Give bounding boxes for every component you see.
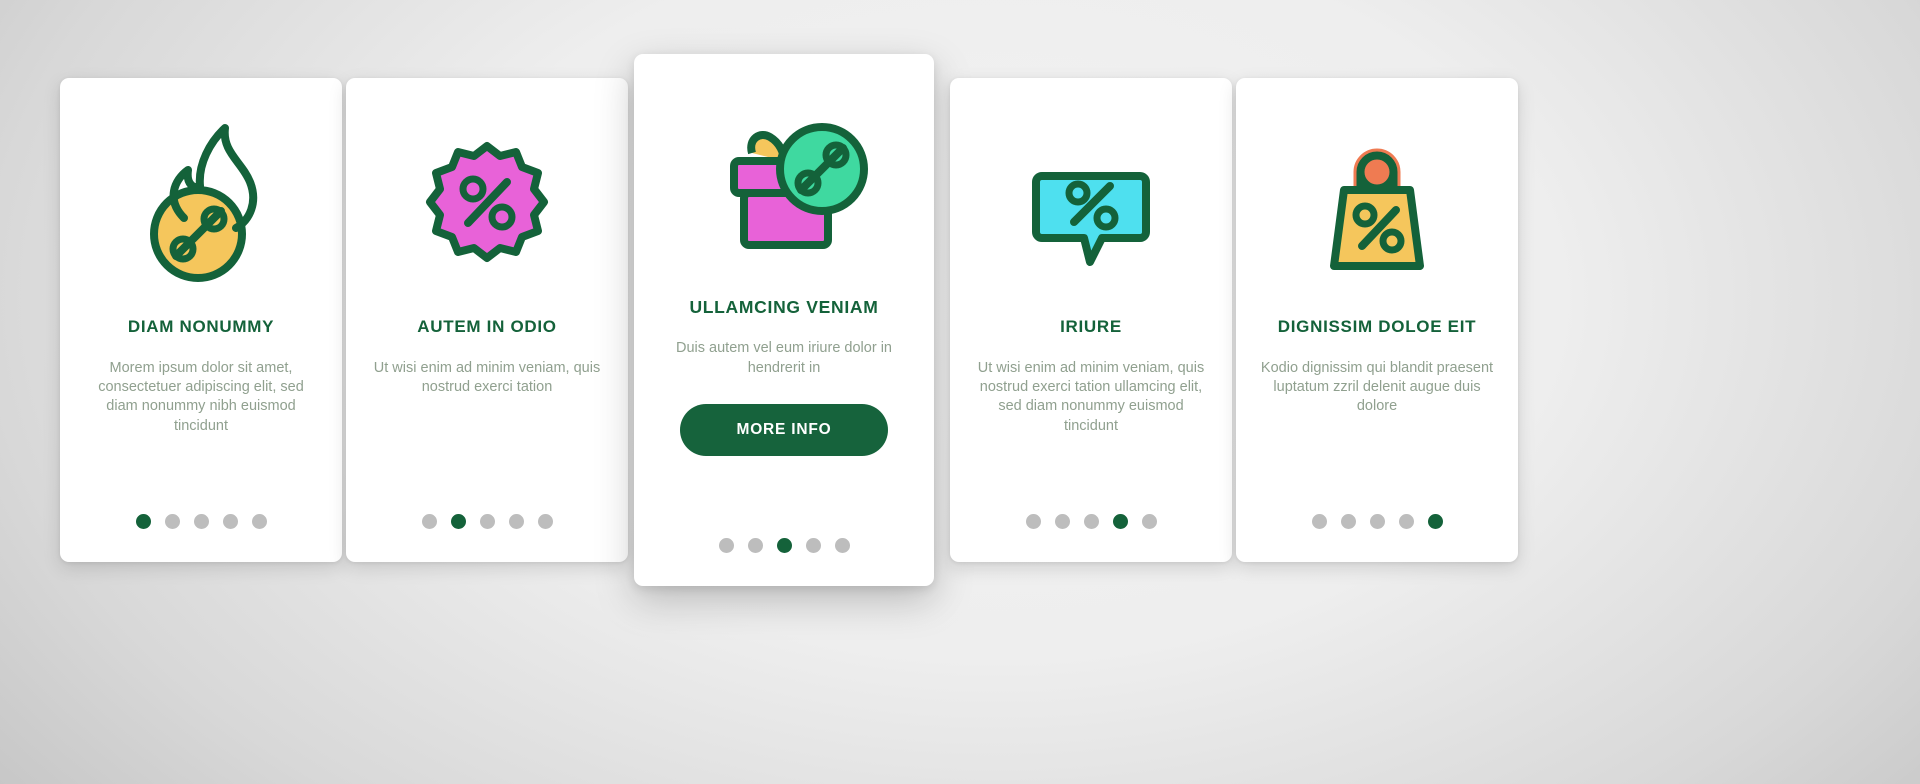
pagination-dot-2[interactable] [164,514,180,529]
card-title: ULLAMCING VENIAM [689,297,879,317]
card-title: AUTEM IN ODIO [417,317,557,336]
pagination-dot-2[interactable] [747,538,763,553]
pagination-dot-1[interactable] [718,538,734,553]
pagination-dot-1[interactable] [135,514,151,529]
gift-box-discount-icon [634,54,934,292]
pagination-dots[interactable] [60,514,342,529]
flame-discount-icon [60,78,342,310]
more-info-button[interactable]: MORE INFO [680,403,888,456]
pagination-dot-2[interactable] [1340,514,1356,529]
pagination-dot-5[interactable] [1141,514,1157,529]
card-body: Morem ipsum dolor sit amet, consectetuer… [98,359,304,434]
onboarding-card-4[interactable]: IRIURE Ut wisi enim ad minim veniam, qui… [950,78,1232,562]
pagination-dots[interactable] [346,514,628,529]
onboarding-card-5[interactable]: DIGNISSIM DOLOE EIT Kodio dignissim qui … [1236,78,1518,562]
chat-bubble-discount-icon [950,78,1232,310]
onboarding-screens-stage: DIAM NONUMMY Morem ipsum dolor sit amet,… [0,0,1920,784]
pagination-dot-2[interactable] [1054,514,1070,529]
pagination-dot-3[interactable] [776,538,792,553]
card-body: Ut wisi enim ad minim veniam, quis nostr… [373,359,601,395]
pagination-dot-4[interactable] [1112,514,1128,529]
pagination-dot-4[interactable] [222,514,238,529]
onboarding-card-1[interactable]: DIAM NONUMMY Morem ipsum dolor sit amet,… [60,78,342,562]
pagination-dot-3[interactable] [1369,514,1385,529]
onboarding-card-2[interactable]: AUTEM IN ODIO Ut wisi enim ad minim veni… [346,78,628,562]
pagination-dot-3[interactable] [479,514,495,529]
pagination-dot-3[interactable] [193,514,209,529]
pagination-dot-1[interactable] [1025,514,1041,529]
card-body: Duis autem vel eum iriure dolor in hendr… [676,340,892,376]
pagination-dot-3[interactable] [1083,514,1099,529]
pagination-dot-1[interactable] [1311,514,1327,529]
pagination-dots[interactable] [1236,514,1518,529]
pagination-dot-1[interactable] [421,514,437,529]
card-title: DIGNISSIM DOLOE EIT [1277,317,1477,336]
discount-badge-rosette-icon [346,78,628,310]
pagination-dot-4[interactable] [1398,514,1414,529]
pagination-dot-4[interactable] [508,514,524,529]
shopping-bag-discount-icon [1236,78,1518,310]
card-body: Kodio dignissim qui blandit praesent lup… [1260,359,1494,415]
card-body: Ut wisi enim ad minim veniam, quis nostr… [977,359,1205,434]
pagination-dot-5[interactable] [251,514,267,529]
pagination-dot-4[interactable] [805,538,821,553]
card-title: IRIURE [1060,317,1122,336]
pagination-dots[interactable] [950,514,1232,529]
pagination-dot-5[interactable] [1427,514,1443,529]
pagination-dot-5[interactable] [834,538,850,553]
pagination-dot-2[interactable] [450,514,466,529]
onboarding-card-3[interactable]: ULLAMCING VENIAM Duis autem vel eum iriu… [634,54,934,586]
pagination-dots[interactable] [634,538,934,553]
card-title: DIAM NONUMMY [127,317,275,336]
pagination-dot-5[interactable] [537,514,553,529]
